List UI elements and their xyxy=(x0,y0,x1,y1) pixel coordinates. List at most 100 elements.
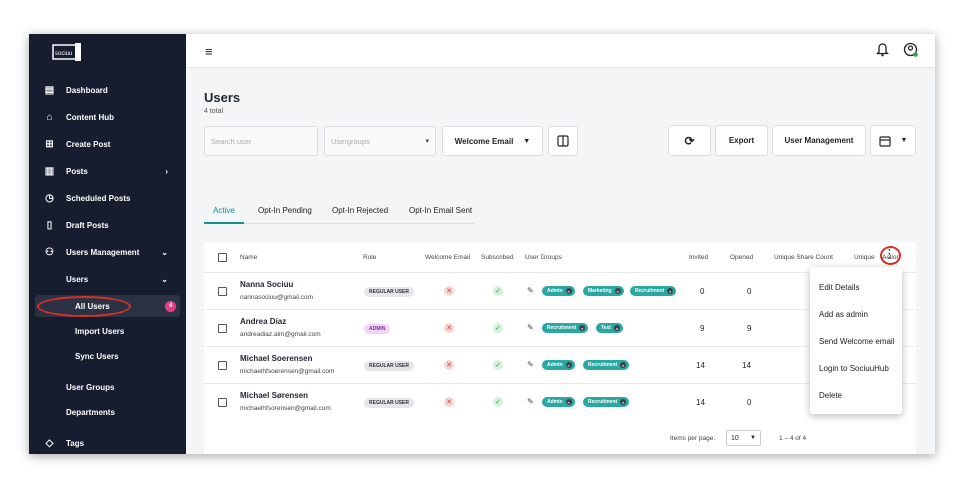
edit-groups-icon[interactable]: ✎ xyxy=(527,397,534,406)
tag-icon: ◇ xyxy=(45,437,54,449)
column-header-welcome-email[interactable]: Welcome Email xyxy=(425,254,470,261)
sidebar-item-draft-posts[interactable]: ▯ Draft Posts xyxy=(29,215,186,235)
sidebar-item-import-users[interactable]: Import Users xyxy=(29,321,186,341)
row-checkbox[interactable] xyxy=(218,324,227,333)
invited-count: 0 xyxy=(700,287,705,296)
account-icon[interactable] xyxy=(903,42,919,58)
remove-chip-icon[interactable]: × xyxy=(565,399,572,405)
user-name[interactable]: Nanna Sociuu xyxy=(240,280,293,289)
column-header-unique-share-count[interactable]: Unique Share Count xyxy=(774,254,833,261)
group-chip-label: Recruitment xyxy=(588,362,618,368)
hamburger-icon[interactable]: ≡ xyxy=(205,44,213,59)
user-email: michaelhfsoerensen@gmail.com xyxy=(240,368,335,375)
columns-icon xyxy=(557,135,569,147)
column-header-unique[interactable]: Unique xyxy=(854,254,875,261)
column-header-role[interactable]: Role xyxy=(363,254,376,261)
remove-chip-icon[interactable]: × xyxy=(667,288,674,294)
row-checkbox[interactable] xyxy=(218,287,227,296)
sidebar-item-create-post[interactable]: ⊞ Create Post xyxy=(29,134,186,154)
usergroups-select[interactable]: Usergroups ▾ xyxy=(324,126,436,156)
tab-opt-in-email-sent[interactable]: Opt-In Email Sent xyxy=(409,206,472,215)
user-name[interactable]: Michael Sørensen xyxy=(240,391,308,400)
bell-icon[interactable] xyxy=(876,43,889,57)
sidebar-item-dashboard[interactable]: ▤ Dashboard xyxy=(29,80,186,100)
sidebar-item-tags[interactable]: ◇ Tags xyxy=(29,433,186,453)
row-checkbox[interactable] xyxy=(218,361,227,370)
remove-chip-icon[interactable]: × xyxy=(565,288,572,294)
column-header-name[interactable]: Name xyxy=(240,254,257,261)
edit-groups-icon[interactable]: ✎ xyxy=(527,286,534,295)
menu-item-send-welcome-email[interactable]: Send Welcome email xyxy=(819,337,894,346)
not-sent-icon: ✕ xyxy=(444,397,454,407)
row-actions-kebab-icon[interactable]: · · · xyxy=(888,246,891,264)
export-button[interactable]: Export xyxy=(715,125,768,156)
menu-item-login-to-sociuuhub[interactable]: Login to SociuuHub xyxy=(819,364,889,373)
tab-opt-in-pending[interactable]: Opt-In Pending xyxy=(258,206,312,215)
tab-opt-in-rejected[interactable]: Opt-In Rejected xyxy=(332,206,388,215)
role-badge: REGULAR USER xyxy=(364,361,415,371)
welcome-email-select[interactable]: Welcome Email ▼ xyxy=(442,126,543,156)
items-per-page-select[interactable]: 10 ▼ xyxy=(726,430,761,446)
role-badge: REGULAR USER xyxy=(364,398,415,408)
column-header-opened[interactable]: Opened xyxy=(730,254,753,261)
search-input[interactable]: Search user xyxy=(204,126,318,156)
group-chip[interactable]: Admin × xyxy=(542,397,575,407)
sidebar-item-users-management[interactable]: ⚇ Users Management ⌄ xyxy=(29,242,186,262)
row-checkbox[interactable] xyxy=(218,398,227,407)
column-header-user-groups[interactable]: User Groups xyxy=(525,254,562,261)
sidebar-item-departments[interactable]: Departments xyxy=(29,402,186,422)
role-badge: ADMIN xyxy=(364,324,391,334)
row-action-menu: Edit Details Add as admin Send Welcome e… xyxy=(810,267,902,414)
group-chip[interactable]: Marketing × xyxy=(583,286,624,296)
select-all-checkbox[interactable] xyxy=(218,253,227,262)
sidebar-item-users[interactable]: Users ⌄ xyxy=(29,269,186,289)
group-chip-label: Recruitment xyxy=(635,288,665,294)
svg-text:sociuu: sociuu xyxy=(55,51,72,57)
date-filter-button[interactable]: ▼ xyxy=(870,125,916,156)
user-name[interactable]: Michael Soerensen xyxy=(240,354,312,363)
sidebar-item-sync-users[interactable]: Sync Users xyxy=(29,346,186,366)
users-count-badge: 4 xyxy=(165,300,176,312)
group-chip[interactable]: Test × xyxy=(596,323,623,333)
group-chip[interactable]: Recruitment × xyxy=(583,360,630,370)
remove-chip-icon[interactable]: × xyxy=(620,399,627,405)
user-name[interactable]: Andrea Díaz xyxy=(240,317,286,326)
edit-groups-icon[interactable]: ✎ xyxy=(527,360,534,369)
group-chip-label: Admin xyxy=(547,362,563,368)
page-title: Users xyxy=(204,90,241,105)
user-management-button[interactable]: User Management xyxy=(772,125,866,156)
subscribed-check-icon: ✓ xyxy=(493,323,503,333)
remove-chip-icon[interactable]: × xyxy=(620,362,627,368)
sidebar-item-content-hub[interactable]: ⌂ Content Hub xyxy=(29,107,186,127)
column-header-invited[interactable]: Invited xyxy=(689,254,708,261)
sociuu-logo[interactable]: sociuu xyxy=(51,42,83,64)
remove-chip-icon[interactable]: × xyxy=(579,325,586,331)
remove-chip-icon[interactable]: × xyxy=(565,362,572,368)
column-header-subscribed[interactable]: Subscribed xyxy=(481,254,514,261)
group-chip[interactable]: Recruitment × xyxy=(583,397,630,407)
group-chip-label: Recruitment xyxy=(547,325,577,331)
group-chip-label: Test xyxy=(601,325,611,331)
column-toggle-button[interactable] xyxy=(548,126,578,156)
dashboard-icon: ▤ xyxy=(44,84,55,96)
welcome-email-label: Welcome Email xyxy=(454,136,514,146)
remove-chip-icon[interactable]: × xyxy=(613,325,620,331)
menu-item-edit-details[interactable]: Edit Details xyxy=(819,283,859,292)
edit-groups-icon[interactable]: ✎ xyxy=(527,323,534,332)
group-chip[interactable]: Admin × xyxy=(542,360,575,370)
group-chip[interactable]: Recruitment × xyxy=(542,323,589,333)
clock-icon: ◷ xyxy=(45,192,54,204)
group-chip[interactable]: Admin × xyxy=(542,286,575,296)
group-chip-label: Admin xyxy=(547,399,563,405)
group-chip[interactable]: Recruitment × xyxy=(630,286,677,296)
sidebar-item-scheduled-posts[interactable]: ◷ Scheduled Posts xyxy=(29,188,186,208)
menu-item-add-as-admin[interactable]: Add as admin xyxy=(819,310,868,319)
menu-item-delete[interactable]: Delete xyxy=(819,391,842,400)
topbar: ≡ xyxy=(186,34,935,68)
create-post-icon: ⊞ xyxy=(45,138,54,150)
remove-chip-icon[interactable]: × xyxy=(614,288,621,294)
tab-active[interactable]: Active xyxy=(213,206,235,215)
sidebar-item-user-groups[interactable]: User Groups xyxy=(29,377,186,397)
refresh-button[interactable]: ⟳ xyxy=(668,125,711,156)
sidebar-item-posts[interactable]: ▥ Posts › xyxy=(29,161,186,181)
